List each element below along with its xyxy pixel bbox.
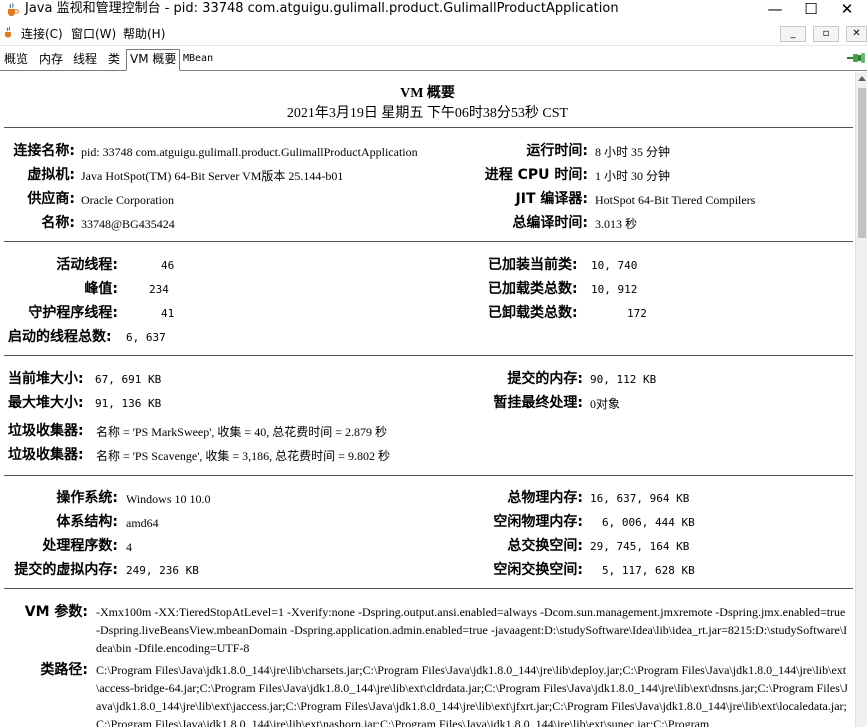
label-vm-arguments: VM 参数: <box>24 604 88 620</box>
label-connection-name: 连接名称: <box>13 143 75 159</box>
label-free-swap-space: 空闲交换空间: <box>493 562 583 578</box>
label-jit-compiler: JIT 编译器: <box>515 191 588 207</box>
label-architecture: 体系结构: <box>56 514 118 530</box>
tab-vm-summary[interactable]: VM 概要 <box>126 49 181 71</box>
divider <box>4 588 853 589</box>
value-free-swap-space: 5, 117, 628 KB <box>602 564 695 577</box>
label-pending-finalization: 暂挂最终处理: <box>493 395 583 411</box>
label-processors: 处理程序数: <box>42 538 118 554</box>
window-title: Java 监视和管理控制台 - pid: 33748 com.atguigu.g… <box>25 1 619 16</box>
value-current-heap: 67, 691 KB <box>95 373 162 386</box>
label-total-physical-memory: 总物理内存: <box>507 490 583 506</box>
label-free-physical-memory: 空闲物理内存: <box>493 514 583 530</box>
value-unloaded-classes: 172 <box>627 307 647 320</box>
value-gc-marksweep: 名称 = 'PS MarkSweep', 收集 = 40, 总花费时间 = 2.… <box>96 425 387 439</box>
label-total-swap-space: 总交换空间: <box>507 538 583 554</box>
scroll-up-arrow-icon[interactable] <box>858 76 866 81</box>
label-daemon-threads: 守护程序线程: <box>28 305 118 321</box>
label-uptime: 运行时间: <box>526 143 588 159</box>
java-cup-small-icon[interactable] <box>2 26 16 40</box>
page-title: VM 概要 <box>400 86 455 101</box>
inner-minimize-button[interactable]: _ <box>780 26 806 42</box>
scrollbar-thumb[interactable] <box>858 88 866 238</box>
label-total-compile-time: 总编译时间: <box>512 215 588 231</box>
label-current-heap: 当前堆大小: <box>8 371 84 387</box>
menu-help[interactable]: 帮助(H) <box>123 26 165 42</box>
label-gc-marksweep: 垃圾收集器: <box>8 423 84 439</box>
value-process-cpu-time: 1 小时 30 分钟 <box>595 169 671 183</box>
label-class-path: 类路径: <box>40 662 88 678</box>
value-max-heap: 91, 136 KB <box>95 397 162 410</box>
value-loaded-classes: 10, 740 <box>591 259 638 272</box>
label-max-heap: 最大堆大小: <box>8 395 84 411</box>
value-operating-system: Windows 10 10.0 <box>126 492 211 506</box>
divider <box>4 475 853 476</box>
label-gc-scavenge: 垃圾收集器: <box>8 447 84 463</box>
value-daemon-threads: 41 <box>161 307 175 320</box>
tab-mbean[interactable]: MBean <box>180 50 216 70</box>
vertical-scrollbar[interactable] <box>855 72 867 727</box>
menu-connection[interactable]: 连接(C) <box>21 26 63 42</box>
vm-summary-panel: VM 概要 2021年3月19日 星期五 下午06时38分53秒 CST 连接名… <box>0 72 855 727</box>
menu-bar: 连接(C) 窗口(W) 帮助(H) _ ▫ ✕ <box>0 22 867 46</box>
connection-status-icon <box>847 53 865 63</box>
tab-classes[interactable]: 类 <box>105 50 123 70</box>
tab-bar: 概览 内存 线程 类 VM 概要 MBean <box>0 47 867 71</box>
tab-threads[interactable]: 线程 <box>70 50 100 70</box>
label-unloaded-classes: 已卸载类总数: <box>488 305 578 321</box>
value-peak-threads: 234 <box>149 283 169 296</box>
value-name: 33748@BG435424 <box>81 217 175 231</box>
value-connection-name: pid: 33748 com.atguigu.gulimall.product.… <box>81 145 418 159</box>
inner-close-button[interactable]: ✕ <box>846 26 867 42</box>
label-peak-threads: 峰值: <box>84 281 118 297</box>
value-processors: 4 <box>126 540 132 554</box>
label-process-cpu-time: 进程 CPU 时间: <box>484 167 588 183</box>
value-total-swap-space: 29, 745, 164 KB <box>590 540 690 553</box>
value-live-threads: 46 <box>161 259 175 272</box>
label-total-started-threads: 启动的线程总数: <box>8 329 112 345</box>
value-total-loaded-classes: 10, 912 <box>591 283 638 296</box>
label-name: 名称: <box>41 215 75 231</box>
tab-overview[interactable]: 概览 <box>1 50 31 70</box>
label-vendor: 供应商: <box>27 191 75 207</box>
inner-restore-button[interactable]: ▫ <box>813 26 839 42</box>
value-total-physical-memory: 16, 637, 964 KB <box>590 492 690 505</box>
label-vm: 虚拟机: <box>27 167 75 183</box>
value-jit-compiler: HotSpot 64-Bit Tiered Compilers <box>595 193 756 207</box>
value-committed-memory: 90, 112 KB <box>590 373 657 386</box>
tab-memory[interactable]: 内存 <box>36 50 66 70</box>
value-vm: Java HotSpot(TM) 64-Bit Server VM版本 25.1… <box>81 169 344 183</box>
divider <box>4 127 853 128</box>
label-operating-system: 操作系统: <box>56 490 118 506</box>
label-committed-virtual-memory: 提交的虚拟内存: <box>14 562 118 578</box>
value-architecture: amd64 <box>126 516 159 530</box>
value-class-path: C:\Program Files\Java\jdk1.8.0_144\jre\l… <box>96 663 848 727</box>
value-uptime: 8 小时 35 分钟 <box>595 145 671 159</box>
value-pending-finalization: 0对象 <box>590 397 621 411</box>
value-gc-scavenge: 名称 = 'PS Scavenge', 收集 = 3,186, 总花费时间 = … <box>96 449 390 463</box>
divider <box>4 355 853 356</box>
close-button[interactable]: ✕ <box>824 0 867 22</box>
value-free-physical-memory: 6, 006, 444 KB <box>602 516 695 529</box>
value-vm-arguments: -Xmx100m -XX:TieredStopAtLevel=1 -Xverif… <box>96 605 848 655</box>
java-cup-icon <box>8 3 19 16</box>
label-committed-memory: 提交的内存: <box>507 371 583 387</box>
value-total-started-threads: 6, 637 <box>126 331 166 344</box>
value-committed-virtual-memory: 249, 236 KB <box>126 564 199 577</box>
title-bar: Java 监视和管理控制台 - pid: 33748 com.atguigu.g… <box>0 0 867 22</box>
menu-window[interactable]: 窗口(W) <box>71 26 116 42</box>
divider <box>4 241 853 242</box>
value-vendor: Oracle Corporation <box>81 193 174 207</box>
label-loaded-classes: 已加装当前类: <box>488 257 578 273</box>
value-total-compile-time: 3.013 秒 <box>595 217 638 231</box>
label-total-loaded-classes: 已加载类总数: <box>488 281 578 297</box>
label-live-threads: 活动线程: <box>56 257 118 273</box>
page-datetime: 2021年3月19日 星期五 下午06时38分53秒 CST <box>286 106 569 121</box>
